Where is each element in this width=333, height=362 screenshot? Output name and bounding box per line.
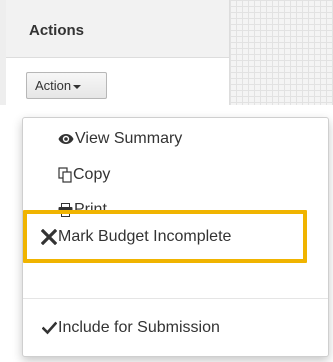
menu-item-label: Print bbox=[74, 201, 107, 218]
page: Actions Action View Summary Copy Print M… bbox=[0, 0, 333, 362]
table-background bbox=[230, 0, 333, 105]
x-icon bbox=[41, 229, 57, 245]
action-button-label: Action bbox=[35, 78, 72, 93]
eye-icon bbox=[58, 133, 74, 145]
menu-item-label: Mark Budget Incomplete bbox=[58, 228, 232, 245]
action-dropdown-button[interactable]: Action bbox=[26, 72, 107, 99]
caret-down-icon bbox=[73, 84, 82, 89]
actions-column-header: Actions bbox=[6, 0, 230, 58]
menu-item-print[interactable]: Print bbox=[58, 201, 107, 219]
menu-item-mark-budget-incomplete[interactable]: Mark Budget Incomplete bbox=[41, 228, 231, 246]
menu-item-label: View Summary bbox=[75, 130, 183, 147]
actions-header-label: Actions bbox=[29, 22, 85, 39]
menu-item-label: Copy bbox=[73, 166, 111, 183]
check-icon bbox=[42, 321, 57, 335]
copy-icon bbox=[58, 167, 72, 183]
menu-item-copy[interactable]: Copy bbox=[58, 166, 110, 184]
print-icon bbox=[58, 203, 73, 217]
menu-item-view-summary[interactable]: View Summary bbox=[58, 130, 182, 148]
menu-divider bbox=[23, 298, 328, 299]
menu-item-include-for-submission[interactable]: Include for Submission bbox=[42, 319, 220, 337]
menu-item-label: Include for Submission bbox=[58, 319, 220, 336]
